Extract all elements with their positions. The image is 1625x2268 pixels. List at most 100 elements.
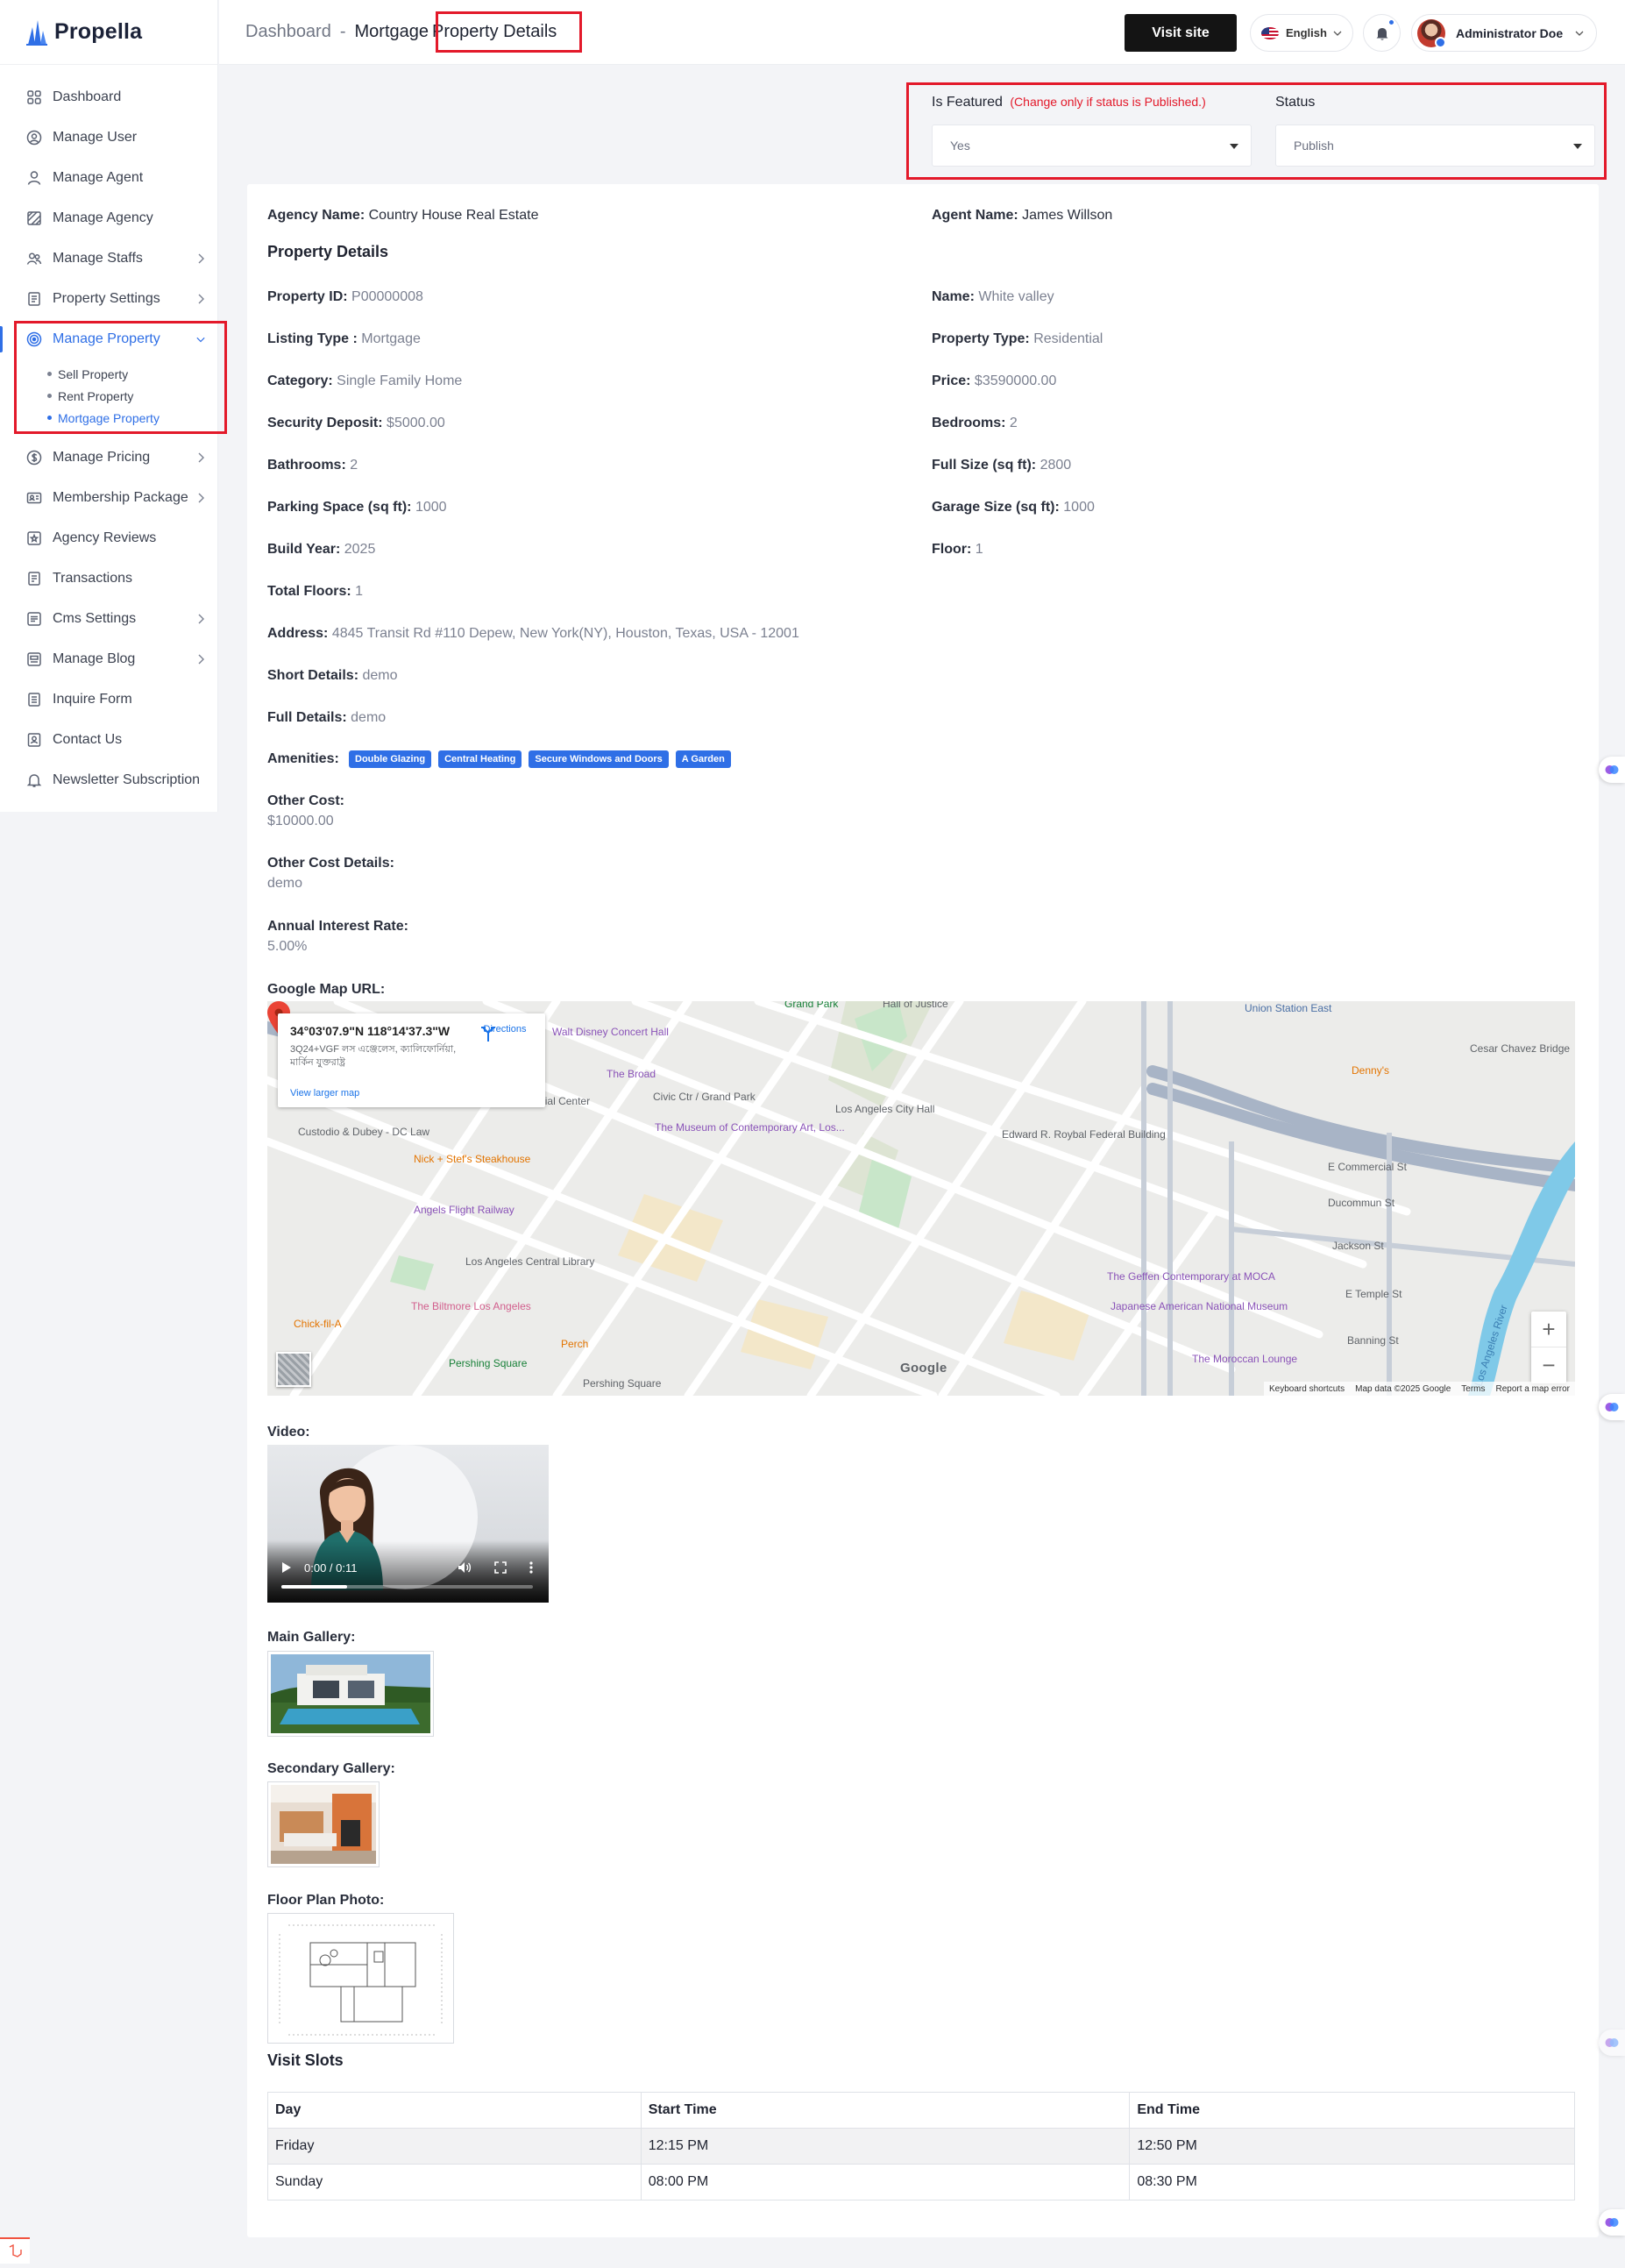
caret-down-icon	[1573, 144, 1582, 149]
map-label: Civic Ctr / Grand Park	[653, 1091, 756, 1103]
language-selector[interactable]: English	[1250, 14, 1353, 52]
floor-plan-image[interactable]	[267, 1913, 454, 2044]
sidebar-item-membership-package[interactable]: Membership Package	[0, 478, 217, 518]
sidebar-item-manage-property[interactable]: Manage Property	[0, 319, 217, 359]
sidebar-item-inquire-form[interactable]: Inquire Form	[0, 679, 217, 720]
video-progress-fill	[281, 1585, 347, 1589]
brand-name: Propella	[54, 19, 143, 44]
field-value: $5000.00	[387, 416, 445, 430]
sidebar-item-label: Cms Settings	[53, 611, 137, 626]
video-player[interactable]: 0:00 / 0:11	[267, 1445, 549, 1603]
form-icon	[26, 692, 42, 707]
zoom-in-button[interactable]: +	[1531, 1312, 1566, 1347]
transactions-icon	[26, 571, 42, 587]
map-data-credit: Map data ©2025 Google	[1355, 1383, 1451, 1394]
secondary-gallery-image[interactable]	[267, 1781, 380, 1867]
fullscreen-icon[interactable]	[494, 1561, 507, 1574]
user-menu[interactable]: Administrator Doe	[1411, 14, 1597, 52]
terms-link[interactable]: Terms	[1461, 1384, 1485, 1394]
visit-site-button[interactable]: Visit site	[1125, 14, 1237, 52]
sidebar-item-agency-reviews[interactable]: Agency Reviews	[0, 518, 217, 558]
chevron-right-icon	[198, 294, 204, 304]
keyboard-shortcuts-link[interactable]: Keyboard shortcuts	[1269, 1384, 1345, 1394]
laravel-debug-icon[interactable]	[0, 2237, 30, 2264]
play-icon[interactable]	[281, 1561, 292, 1574]
sidebar-item-manage-staffs[interactable]: Manage Staffs	[0, 238, 217, 279]
sidebar-item-manage-pricing[interactable]: Manage Pricing	[0, 437, 217, 478]
brain-icon	[1605, 2038, 1619, 2047]
map-zoom-controls: + −	[1531, 1312, 1566, 1383]
breadcrumb-mortgage: Mortgage	[354, 22, 429, 41]
field-value: Residential	[1033, 331, 1103, 346]
view-larger-map-link[interactable]: View larger map	[290, 1088, 359, 1098]
more-options-icon[interactable]	[529, 1561, 533, 1574]
map-label: Denny's	[1352, 1064, 1389, 1077]
table-cell: 08:00 PM	[640, 2164, 1131, 2200]
submenu-item-mortgage-property[interactable]: Mortgage Property	[47, 407, 217, 429]
map-label: Edward R. Roybal Federal Building	[1002, 1128, 1166, 1141]
sidebar-item-contact-us[interactable]: Contact Us	[0, 720, 217, 760]
embedded-google-map[interactable]: Walt Disney Concert Hall The Broad The M…	[267, 1001, 1575, 1396]
notifications-button[interactable]	[1363, 14, 1401, 52]
is-featured-warning: (Change only if status is Published.)	[1010, 95, 1206, 109]
sidebar-item-manage-blog[interactable]: Manage Blog	[0, 639, 217, 679]
floating-assistant-button[interactable]	[1599, 2209, 1625, 2236]
chevron-right-icon	[198, 614, 204, 624]
video-progress-bar[interactable]	[281, 1585, 533, 1589]
house-photo	[271, 1654, 430, 1733]
google-logo: Google	[900, 1361, 947, 1376]
map-label: Japanese American National Museum	[1111, 1300, 1288, 1312]
bell-icon	[26, 772, 42, 788]
map-label: Jackson St	[1332, 1240, 1384, 1252]
sidebar-item-manage-agency[interactable]: Manage Agency	[0, 198, 217, 238]
breadcrumb-dashboard-link[interactable]: Dashboard	[245, 22, 331, 42]
is-featured-label: Is Featured (Change only if status is Pu…	[932, 95, 1206, 110]
floating-assistant-button[interactable]	[1599, 757, 1625, 783]
sidebar-item-transactions[interactable]: Transactions	[0, 558, 217, 599]
field-property-type: Property Type: Residential	[932, 331, 1103, 347]
floating-assistant-button[interactable]	[1599, 1394, 1625, 1420]
field-listing-type: Listing Type : Mortgage	[267, 331, 421, 347]
agent-icon	[26, 170, 42, 186]
field-address: Address: 4845 Transit Rd #110 Depew, New…	[267, 626, 799, 642]
table-cell: Friday	[267, 2128, 642, 2165]
map-layer-toggle[interactable]	[276, 1352, 311, 1387]
zoom-out-button[interactable]: −	[1531, 1347, 1566, 1383]
interest-rate-label: Annual Interest Rate:	[267, 919, 408, 934]
user-circle-icon	[26, 130, 42, 146]
other-cost-value: $10000.00	[267, 814, 334, 828]
is-featured-value: Yes	[950, 139, 970, 153]
agent-name-label: Agent Name:	[932, 208, 1018, 223]
floating-assistant-button[interactable]	[1599, 2030, 1625, 2056]
submenu-item-rent-property[interactable]: Rent Property	[47, 385, 217, 407]
brand[interactable]: Propella	[0, 0, 217, 65]
sidebar-item-property-settings[interactable]: Property Settings	[0, 279, 217, 319]
language-label: English	[1286, 26, 1327, 39]
amenity-badge: Double Glazing	[349, 750, 432, 768]
visit-slots-heading: Visit Slots	[267, 2051, 344, 2069]
field-parking-space: Parking Space (sq ft): 1000	[267, 500, 447, 515]
main-gallery-image[interactable]	[267, 1651, 434, 1737]
field-short-details: Short Details: demo	[267, 668, 398, 684]
status-label: Status	[1275, 95, 1316, 110]
amenities-label: Amenities:	[267, 751, 339, 766]
pricing-icon	[26, 450, 42, 466]
report-map-error-link[interactable]: Report a map error	[1496, 1384, 1570, 1394]
is-featured-select[interactable]: Yes	[932, 124, 1252, 167]
manage-property-submenu: Sell Property Rent Property Mortgage Pro…	[0, 359, 217, 437]
chevron-down-icon	[1333, 31, 1342, 36]
map-label: Los Angeles City Hall	[835, 1103, 934, 1115]
sidebar-item-manage-user[interactable]: Manage User	[0, 117, 217, 158]
field-value: 2	[350, 458, 358, 473]
status-select[interactable]: Publish	[1275, 124, 1595, 167]
volume-icon[interactable]	[458, 1561, 472, 1574]
sidebar-item-cms-settings[interactable]: Cms Settings	[0, 599, 217, 639]
sidebar-item-newsletter-subscription[interactable]: Newsletter Subscription	[0, 760, 217, 800]
sidebar-item-label: Newsletter Subscription	[53, 772, 201, 787]
sidebar-item-dashboard[interactable]: Dashboard	[0, 77, 217, 117]
featured-status-panel: Is Featured (Change only if status is Pu…	[912, 88, 1604, 175]
submenu-item-sell-property[interactable]: Sell Property	[47, 363, 217, 385]
sidebar-item-manage-agent[interactable]: Manage Agent	[0, 158, 217, 198]
sidebar-item-label: Membership Package	[53, 490, 188, 505]
directions-link[interactable]: Directions	[479, 1024, 531, 1042]
